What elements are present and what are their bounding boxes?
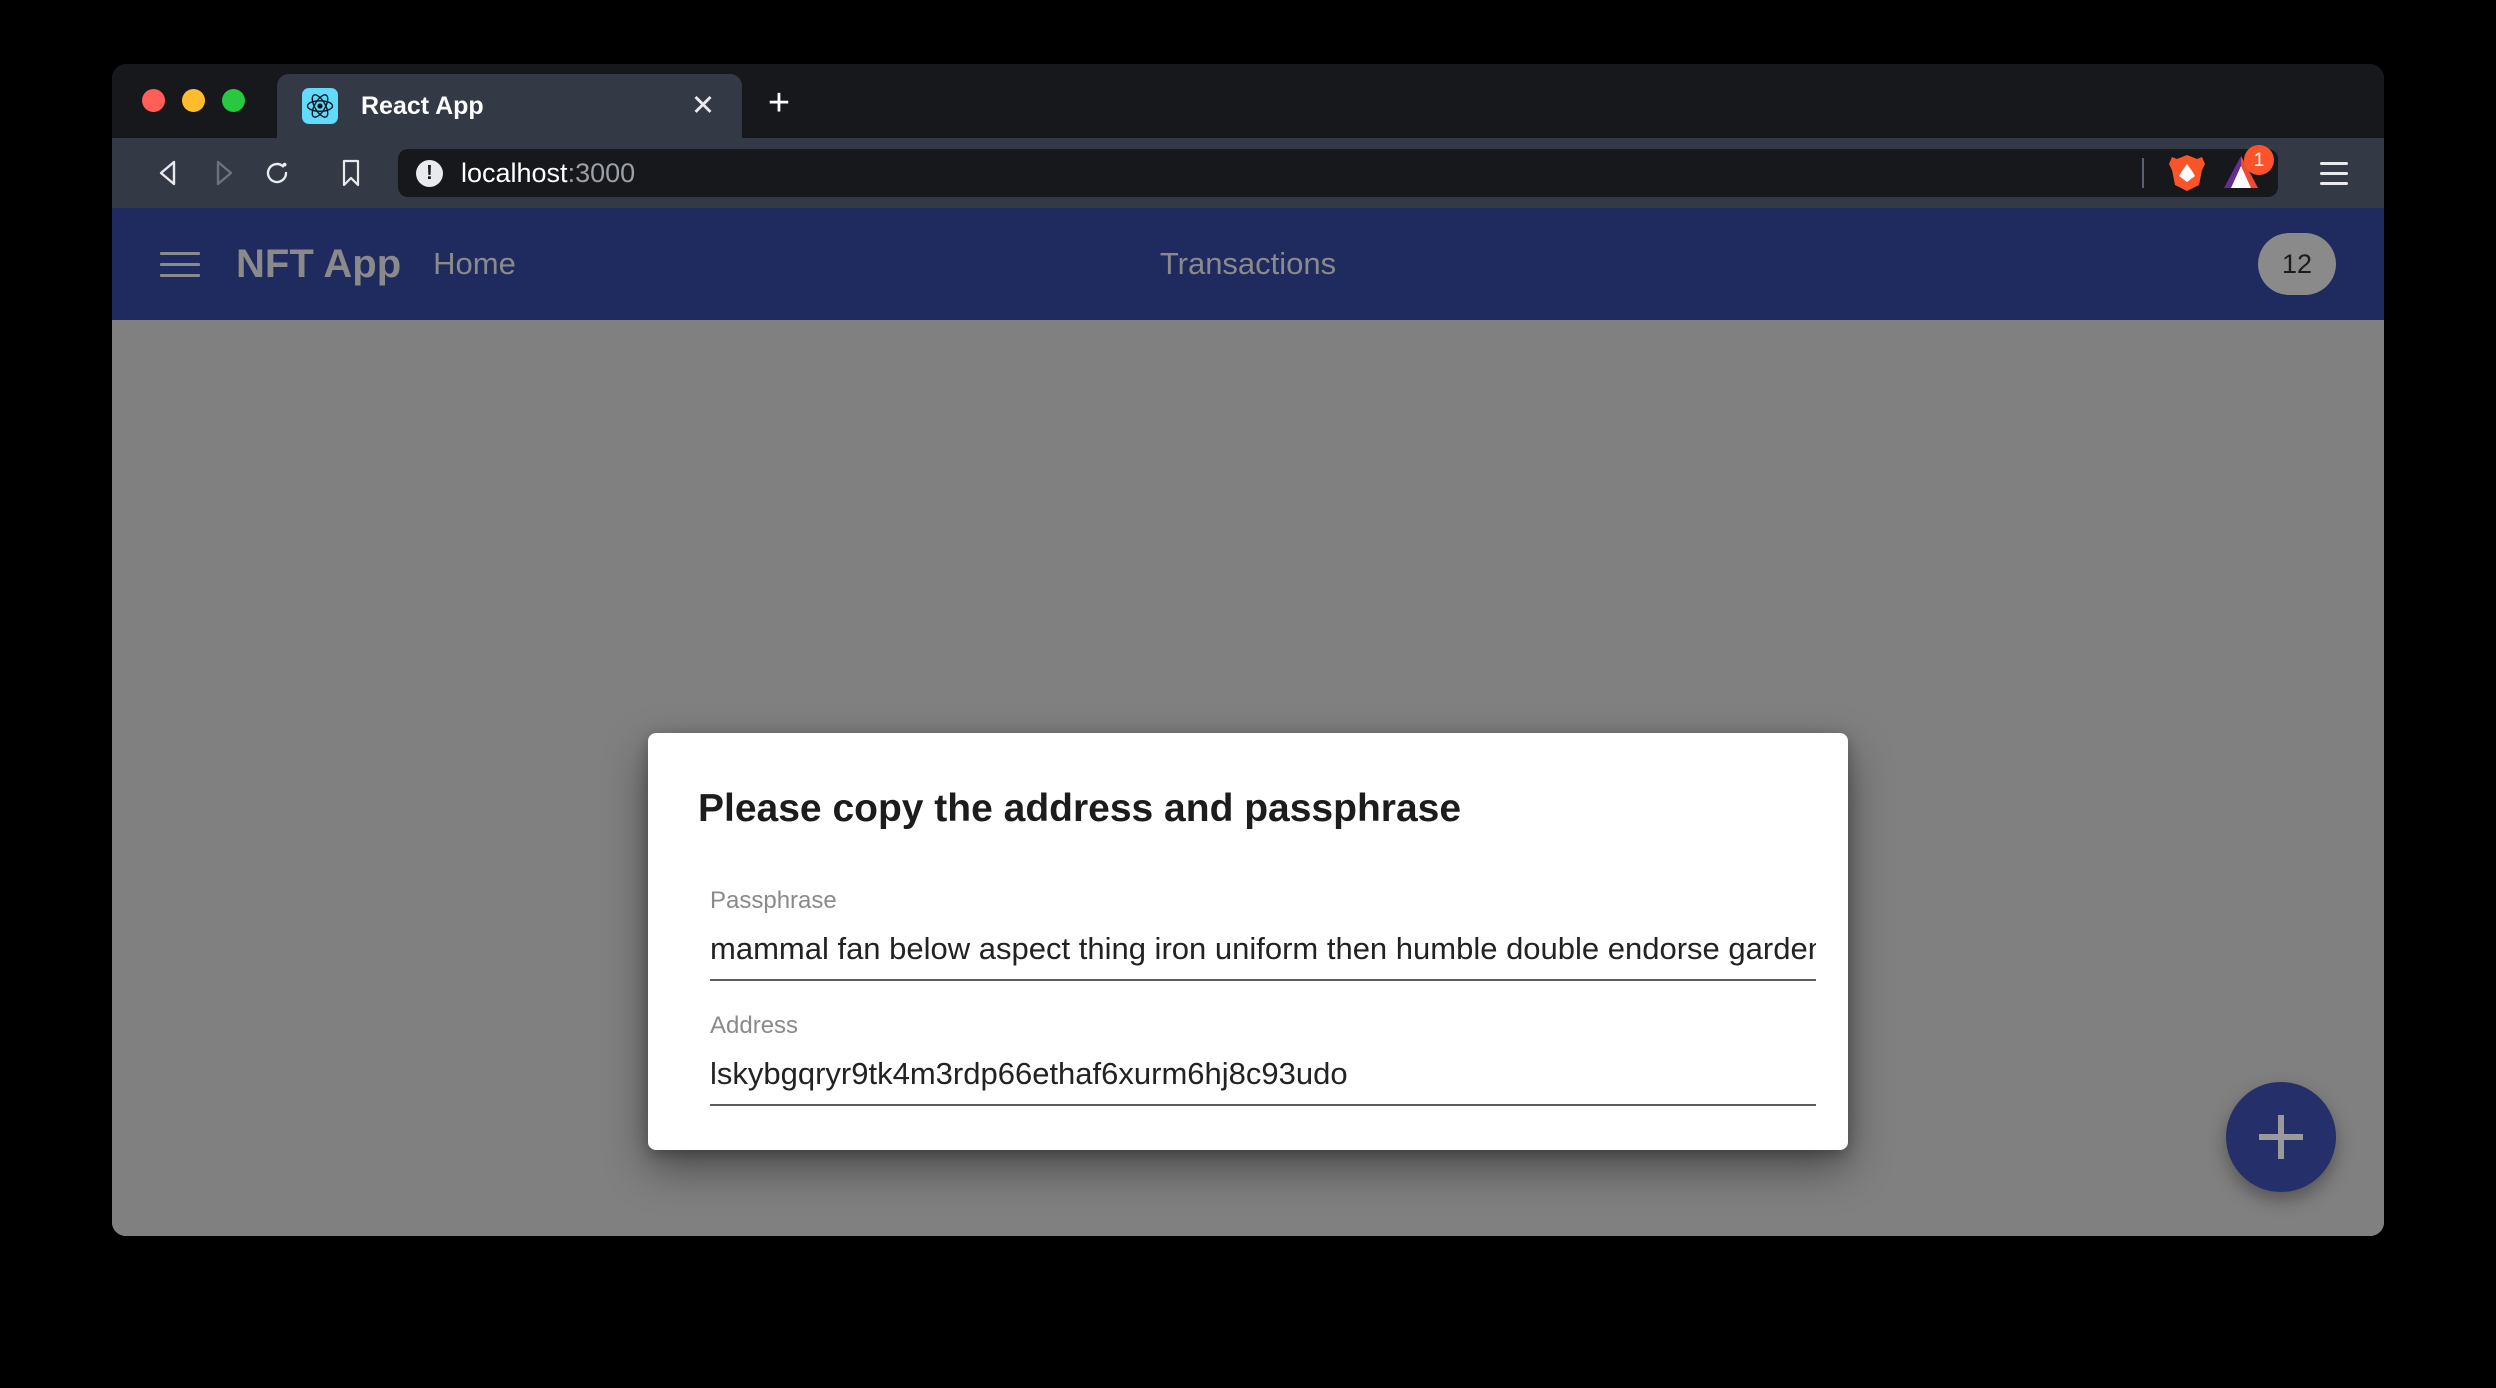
plus-icon — [2259, 1115, 2303, 1159]
reload-icon[interactable] — [250, 146, 304, 200]
passphrase-label: Passphrase — [710, 887, 837, 914]
browser-window: React App ✕ + ! localhost:3000 1 NFT App… — [112, 64, 2384, 1236]
new-tab-button[interactable]: + — [756, 80, 802, 126]
tab-strip: React App ✕ + — [112, 64, 2384, 138]
add-button[interactable] — [2226, 1082, 2336, 1192]
forward-arrow-icon — [196, 146, 250, 200]
hamburger-line — [2320, 181, 2348, 185]
minimize-window-button[interactable] — [182, 88, 205, 112]
site-info-icon[interactable]: ! — [416, 159, 443, 187]
url-bar-actions: 1 — [2142, 145, 2274, 194]
browser-tab[interactable]: React App ✕ — [277, 74, 742, 138]
passphrase-input[interactable]: mammal fan below aspect thing iron unifo… — [710, 931, 1816, 981]
close-tab-button[interactable]: ✕ — [686, 89, 720, 123]
browser-toolbar: ! localhost:3000 1 — [112, 138, 2384, 208]
dialog-title: Please copy the address and passphrase — [698, 787, 1462, 830]
address-input[interactable]: lskybgqryr9tk4m3rdp66ethaf6xurm6hj8c93ud… — [710, 1056, 1816, 1106]
passphrase-field: Passphrase mammal fan below aspect thing… — [710, 887, 1816, 981]
back-arrow-icon[interactable] — [142, 146, 196, 200]
copy-credentials-dialog: Please copy the address and passphrase P… — [648, 733, 1848, 1150]
bat-badge-count: 1 — [2244, 145, 2274, 175]
url-port: :3000 — [567, 157, 636, 188]
app-navbar: NFT App Home Transactions 12 — [112, 208, 2384, 320]
react-logo-icon — [302, 88, 338, 124]
bookmark-icon[interactable] — [324, 146, 378, 200]
address-label: Address — [710, 1012, 799, 1039]
url-text: localhost:3000 — [461, 158, 2142, 189]
close-window-button[interactable] — [142, 88, 165, 112]
nav-menu-icon[interactable] — [160, 241, 206, 287]
hamburger-line — [160, 273, 200, 277]
hamburger-line — [2320, 161, 2348, 165]
url-bar[interactable]: ! localhost:3000 1 — [398, 145, 2278, 197]
tab-title: React App — [361, 91, 484, 120]
hamburger-line — [160, 251, 200, 255]
traffic-lights — [142, 64, 245, 138]
app-title: NFT App — [236, 241, 402, 286]
nav-badge-count[interactable]: 12 — [2258, 233, 2336, 295]
page-viewport: NFT App Home Transactions 12 Please copy… — [112, 208, 2384, 1236]
brave-lion-icon[interactable] — [2166, 152, 2208, 194]
bat-rewards-icon[interactable]: 1 — [2218, 145, 2274, 194]
hamburger-line — [160, 262, 200, 266]
url-host: localhost — [461, 157, 568, 188]
maximize-window-button[interactable] — [222, 88, 245, 112]
dimmed-overlay[interactable]: Please copy the address and passphrase P… — [112, 320, 2384, 1236]
nav-label-transactions[interactable]: Transactions — [1160, 246, 1336, 282]
browser-menu-button[interactable] — [2306, 145, 2362, 201]
toolbar-divider — [2142, 158, 2144, 188]
address-field: Address lskybgqryr9tk4m3rdp66ethaf6xurm6… — [710, 1012, 1816, 1106]
hamburger-line — [2320, 171, 2348, 175]
nav-link-home[interactable]: Home — [433, 246, 516, 282]
